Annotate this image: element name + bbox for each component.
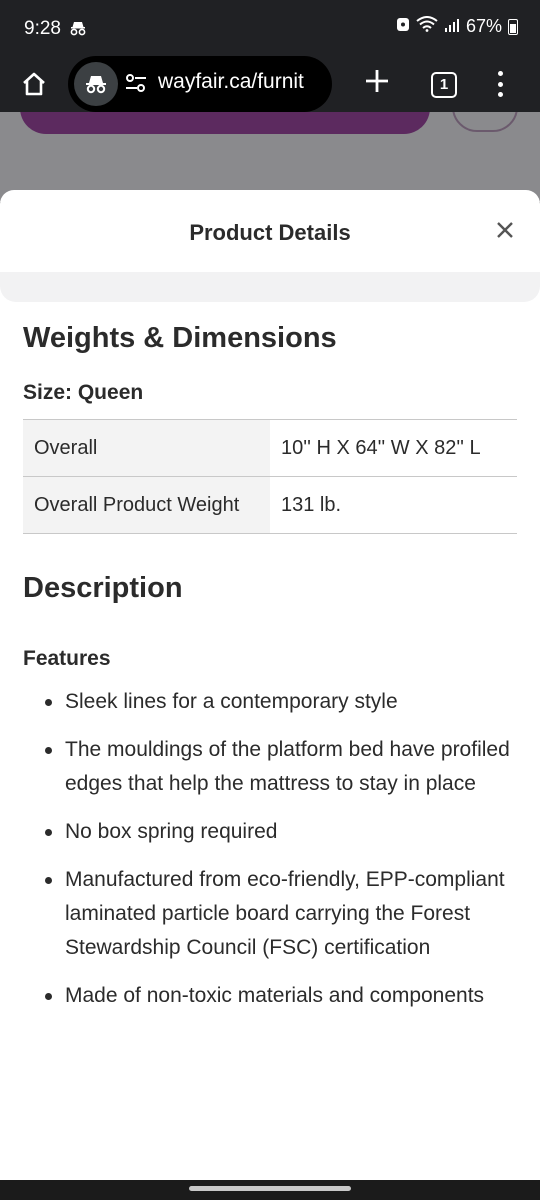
status-bar: 9:28 67%: [0, 0, 540, 56]
dimensions-table: Overall 10'' H X 64'' W X 82'' L Overall…: [23, 419, 517, 534]
browser-toolbar: wayfair.ca/furnit 1: [0, 56, 540, 112]
incognito-icon[interactable]: [74, 62, 118, 106]
spec-value: 131 lb.: [281, 494, 342, 516]
sheet-title: Product Details: [189, 220, 351, 245]
address-bar[interactable]: wayfair.ca/furnit: [68, 56, 332, 112]
list-item: No box spring required: [23, 815, 517, 849]
sheet-content: Weights & Dimensions Size: Queen Overall…: [0, 322, 540, 1013]
list-item: Manufactured from eco-friendly, EPP-comp…: [23, 863, 517, 965]
home-button[interactable]: [14, 66, 54, 102]
tab-switcher-button[interactable]: 1: [431, 72, 457, 98]
menu-dot: [497, 92, 503, 97]
battery-icon: [508, 18, 518, 35]
home-gesture-handle[interactable]: [189, 1186, 351, 1191]
status-time: 9:28: [24, 18, 61, 39]
spec-label: Overall: [23, 419, 270, 477]
spec-label: Overall Product Weight: [23, 476, 270, 534]
new-tab-button[interactable]: [360, 66, 394, 102]
close-icon: [497, 222, 513, 238]
list-item: Sleek lines for a contemporary style: [23, 685, 517, 719]
features-list: Sleek lines for a contemporary style The…: [23, 685, 517, 1013]
battery-percent: 67%: [465, 16, 502, 36]
incognito-status-icon: [68, 20, 88, 41]
product-details-sheet: Product Details Weights & Dimensions Siz…: [0, 190, 540, 1180]
size-label: Size: Queen: [23, 381, 144, 404]
background-purple-button: [20, 112, 430, 134]
close-button[interactable]: [492, 218, 518, 244]
system-nav-bar: [0, 1180, 540, 1200]
wifi-icon: [416, 16, 438, 37]
plus-icon: [366, 70, 388, 92]
list-item: Made of non-toxic materials and componen…: [23, 979, 517, 1013]
home-icon: [23, 72, 45, 96]
table-row: Overall 10'' H X 64'' W X 82'' L: [23, 419, 517, 477]
menu-dot: [497, 81, 503, 87]
sheet-divider: [0, 272, 540, 302]
url-text[interactable]: wayfair.ca/furnit: [158, 70, 330, 94]
sheet-header: Product Details: [0, 190, 540, 272]
table-row: Overall Product Weight 131 lb.: [23, 476, 517, 534]
more-menu-button[interactable]: [490, 68, 510, 100]
description-heading: Description: [23, 572, 183, 604]
background-outline-button: [452, 112, 518, 132]
site-settings-icon[interactable]: [124, 72, 148, 99]
vpn-icon: [396, 16, 410, 37]
spec-value: 10'' H X 64'' W X 82'' L: [281, 437, 481, 459]
menu-dot: [497, 71, 503, 76]
features-label: Features: [23, 647, 111, 670]
signal-icon: [444, 16, 460, 37]
status-icons: 67%: [396, 16, 518, 37]
list-item: The mouldings of the platform bed have p…: [23, 733, 517, 801]
weights-dimensions-heading: Weights & Dimensions: [23, 322, 337, 354]
dimmed-page-background: [0, 112, 540, 202]
